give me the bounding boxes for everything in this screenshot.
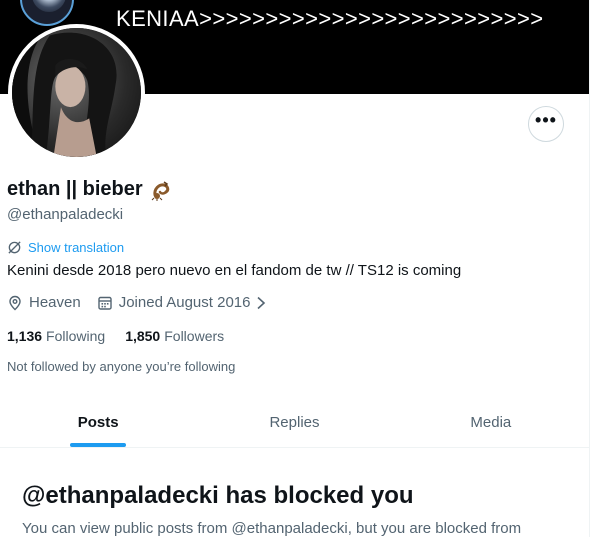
not-followed-notice: Not followed by anyone you’re following bbox=[7, 359, 236, 374]
profile-page: KENIAA>>>>>>>>>>>>>>>>>>>>>>>>>> ••• eth… bbox=[0, 0, 589, 537]
display-name: ethan || bieber bbox=[7, 178, 143, 200]
following-count: 1,136 bbox=[7, 328, 43, 344]
calendar-icon bbox=[98, 296, 112, 310]
follow-stats: 1,136 Following 1,850 Followers bbox=[7, 328, 224, 344]
location-item: Heaven bbox=[7, 294, 81, 311]
avatar[interactable] bbox=[8, 24, 145, 161]
avatar-photo bbox=[12, 28, 141, 157]
scorpion-emoji-icon bbox=[151, 180, 169, 201]
joined-item[interactable]: Joined August 2016 bbox=[97, 294, 267, 311]
show-translation-label: Show translation bbox=[28, 240, 125, 255]
show-translation-link[interactable]: Show translation bbox=[7, 240, 124, 255]
followers-link[interactable]: 1,850 Followers bbox=[125, 328, 224, 344]
followers-count: 1,850 bbox=[125, 328, 161, 344]
tab-media[interactable]: Media bbox=[393, 397, 589, 447]
translate-icon bbox=[8, 241, 21, 254]
tab-replies-label: Replies bbox=[269, 413, 320, 431]
display-name-row: ethan || bieber bbox=[7, 178, 173, 201]
more-icon: ••• bbox=[535, 110, 557, 130]
banner-avatar-image bbox=[20, 0, 74, 26]
tab-replies[interactable]: Replies bbox=[196, 397, 392, 447]
blocked-title: @ethanpaladecki has blocked you bbox=[22, 482, 414, 509]
tab-posts-label: Posts bbox=[77, 413, 119, 431]
following-link[interactable]: 1,136 Following bbox=[7, 328, 105, 344]
active-tab-indicator bbox=[70, 443, 127, 447]
banner-text: KENIAA>>>>>>>>>>>>>>>>>>>>>>>>>> bbox=[116, 6, 544, 31]
right-rail bbox=[589, 0, 615, 537]
following-label: Following bbox=[46, 328, 106, 344]
profile-tabs: Posts Replies Media bbox=[0, 397, 589, 448]
followers-label: Followers bbox=[164, 328, 225, 344]
location-pin-icon bbox=[9, 295, 21, 310]
tab-posts[interactable]: Posts bbox=[0, 397, 196, 447]
tab-media-label: Media bbox=[470, 413, 512, 431]
user-handle: @ethanpaladecki bbox=[7, 206, 124, 223]
profile-bio: Kenini desde 2018 pero nuevo en el fando… bbox=[7, 262, 462, 279]
location-text: Heaven bbox=[29, 294, 81, 311]
chevron-right-icon bbox=[257, 296, 266, 309]
profile-meta: Heaven Joined August 2016 bbox=[7, 294, 266, 311]
more-options-button[interactable]: ••• bbox=[528, 106, 564, 142]
blocked-subtitle: You can view public posts from @ethanpal… bbox=[22, 520, 522, 537]
joined-text: Joined August 2016 bbox=[118, 294, 251, 311]
